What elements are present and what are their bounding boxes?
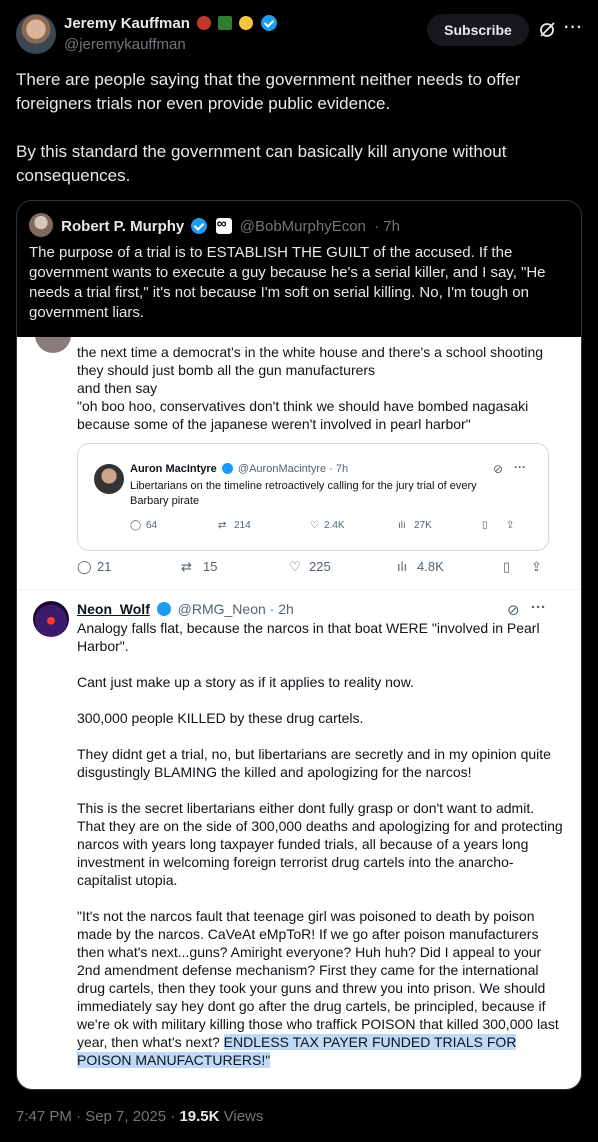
views-icon: ılı [398, 520, 406, 531]
reply-paragraph: This is the secret libertarians either d… [77, 800, 563, 888]
tweet-text: There are people saying that the governm… [16, 68, 582, 212]
tweet-paragraph: By this standard the government can basi… [16, 142, 507, 185]
reply-text: "It's not the narcos fault that teenage … [77, 908, 559, 1050]
like-count: 2.4K [324, 520, 345, 531]
views-count: 4.8K [417, 559, 444, 574]
quote-header: Robert P. Murphy @BobMurphyEcon · 7h [29, 213, 400, 237]
reply-paragraph: Analogy falls flat, because the narcos i… [77, 620, 540, 654]
like-icon: ♡ [310, 520, 319, 531]
reply-count: 21 [97, 559, 112, 574]
reply-icon: ◯ [77, 559, 92, 574]
like-icon: ♡ [289, 559, 301, 574]
verified-badge-icon [221, 463, 233, 474]
avatar [33, 601, 69, 637]
views-count: 19.5K [179, 1108, 220, 1125]
grok-icon: ⊘ [493, 462, 504, 476]
views-count: 27K [414, 520, 432, 531]
quote-text: The purpose of a trial is to ESTABLISH T… [29, 244, 546, 321]
tweet-header: Jeremy Kauffman @jeremykauffman Subscrib… [16, 14, 582, 56]
more-icon: ··· [531, 599, 546, 616]
reply-author-handle: @RMG_Neon · 2h [177, 601, 294, 617]
inner-text: Libertarians on the timeline retroactive… [130, 480, 477, 507]
tweet-meta: 7:47 PM · Sep 7, 2025 · 19.5K Views [16, 1108, 263, 1125]
screenshot-post-text: the next time a democrat's in the white … [77, 343, 557, 433]
share-icon: ⇪ [506, 520, 515, 531]
quoted-tweet[interactable]: Robert P. Murphy @BobMurphyEcon · 7h The… [16, 200, 582, 1090]
screenshot-line: and then say [77, 380, 158, 396]
subscribe-button[interactable]: Subscribe [427, 14, 529, 46]
divider [17, 589, 581, 590]
bookmark-icon: ▯ [503, 559, 511, 574]
grok-icon[interactable] [538, 21, 556, 39]
repost-icon: ⇄ [218, 520, 227, 531]
inner-header: Auron MacIntyre @AuronMacintyre · 7h [130, 463, 348, 475]
quote-author-name[interactable]: Robert P. Murphy [61, 218, 184, 235]
screenshot-line: the next time a democrat's in the white … [77, 344, 544, 378]
bookmark-icon: ▯ [482, 520, 488, 531]
screenshot-quoted-card: Auron MacIntyre @AuronMacintyre · 7h ⊘ ·… [77, 443, 549, 551]
quote-author-handle[interactable]: @BobMurphyEcon [240, 218, 366, 235]
tweet-paragraph: There are people saying that the governm… [16, 70, 521, 113]
verified-badge-icon [260, 15, 277, 31]
reply-count: 64 [146, 520, 158, 531]
views-label: Views [219, 1108, 264, 1125]
coin-emoji-icon [239, 16, 254, 30]
reply-paragraph-last: "It's not the narcos fault that teenage … [77, 907, 563, 1069]
reply-paragraph: They didnt get a trial, no, but libertar… [77, 746, 551, 780]
screenshot-line: "oh boo hoo, conservatives don't think w… [77, 398, 529, 432]
share-icon: ⇪ [531, 559, 542, 574]
timestamp[interactable]: 7:47 PM · Sep 7, 2025 · [16, 1108, 179, 1125]
grok-icon: ⊘ [507, 602, 520, 619]
avatar [35, 337, 71, 353]
reply-header: Neon_Wolf @RMG_Neon · 2h [77, 601, 294, 617]
repost-icon: ⇄ [181, 559, 192, 574]
quote-media-screenshot[interactable]: the next time a democrat's in the white … [17, 337, 581, 1089]
author-name[interactable]: Jeremy Kauffman [64, 15, 190, 32]
author-handle[interactable]: @jeremykauffman [64, 36, 186, 53]
reply-paragraph: 300,000 people KILLED by these drug cart… [77, 710, 364, 726]
avatar [94, 464, 124, 494]
reply-paragraph: Cant just make up a story as if it appli… [77, 674, 414, 690]
more-icon: ··· [514, 460, 526, 474]
author-name-row[interactable]: Jeremy Kauffman [64, 15, 277, 32]
repost-count: 15 [203, 559, 218, 574]
inner-author-handle: @AuronMacintyre · 7h [237, 463, 349, 475]
tree-emoji-icon [218, 16, 233, 30]
screenshot-actions: ◯ 21 ⇄ 15 ♡ 225 ılı 4.8K ▯ ⇪ [77, 559, 557, 581]
repost-count: 214 [234, 520, 251, 531]
quote-time: · 7h [374, 218, 400, 235]
reply-body: Analogy falls flat, because the narcos i… [77, 619, 563, 1087]
reply-author-name: Neon_Wolf [77, 601, 150, 617]
verified-badge-icon [156, 602, 171, 616]
more-icon[interactable]: ··· [564, 19, 583, 37]
like-count: 225 [309, 559, 331, 574]
reply-icon: ◯ [130, 520, 142, 531]
avatar[interactable] [16, 14, 56, 54]
views-icon: ılı [397, 559, 408, 574]
affiliation-badge-icon [215, 215, 232, 234]
verified-badge-icon [191, 218, 208, 234]
emoji-icon [197, 16, 212, 30]
quote-avatar[interactable] [29, 213, 53, 237]
inner-author-name: Auron MacIntyre [130, 463, 217, 475]
